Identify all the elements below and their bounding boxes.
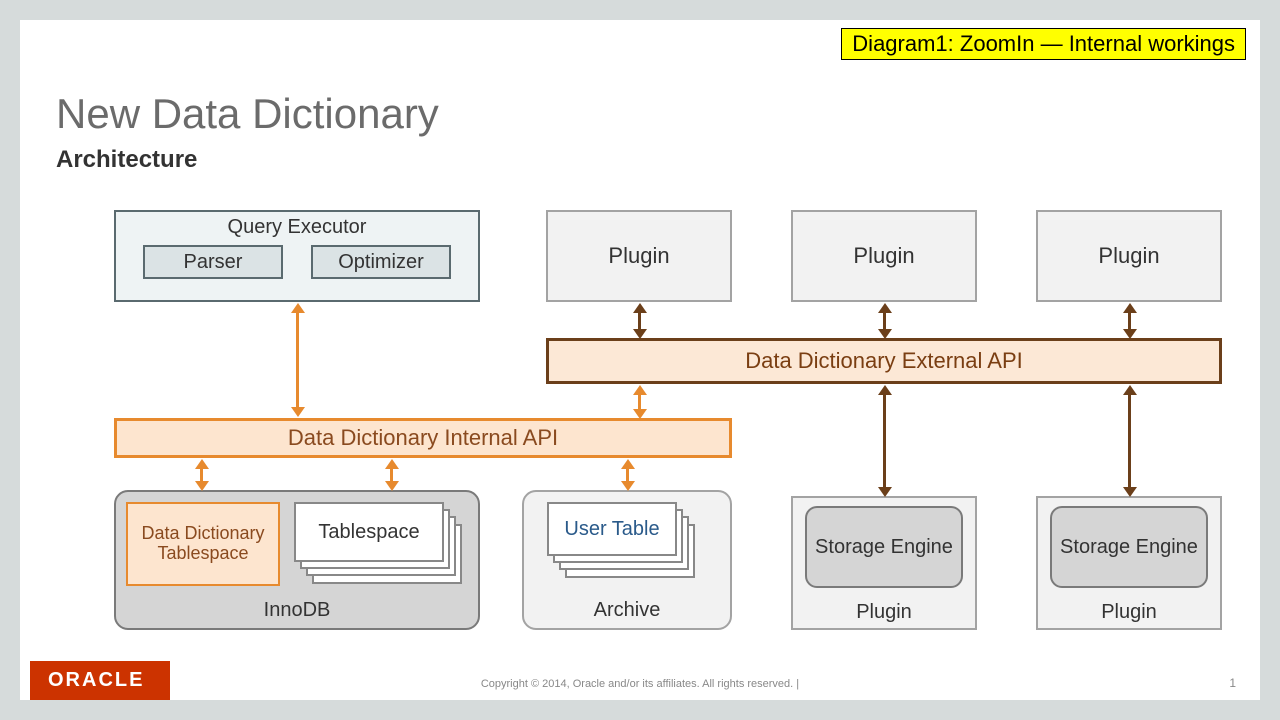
tablespace-box: Tablespace (294, 502, 444, 562)
plugin-container-2: Storage Engine Plugin (1036, 496, 1222, 630)
query-executor-box: Query Executor Parser Optimizer (114, 210, 480, 302)
storage-engine-2: Storage Engine (1050, 506, 1208, 588)
plugin-label-1: Plugin (856, 601, 912, 624)
page-number: 1 (1229, 676, 1236, 690)
arrow-qexec-intapi (296, 312, 299, 408)
arrow-intapi-tablespace (390, 468, 393, 482)
internal-api-box: Data Dictionary Internal API (114, 418, 732, 458)
arrow-extapi-intapi (638, 394, 641, 410)
innodb-container: Data Dictionary Tablespace Tablespace In… (114, 490, 480, 630)
plugin-top-2: Plugin (791, 210, 977, 302)
arrow-plugin2-extapi (883, 312, 886, 330)
slide-subtitle: Architecture (56, 146, 197, 174)
external-api-box: Data Dictionary External API (546, 338, 1222, 384)
arrow-intapi-ddts (200, 468, 203, 482)
plugin-container-1: Storage Engine Plugin (791, 496, 977, 630)
plugin-top-3: Plugin (1036, 210, 1222, 302)
diagram-badge: Diagram1: ZoomIn — Internal workings (841, 28, 1246, 60)
plugin-top-1: Plugin (546, 210, 732, 302)
query-executor-label: Query Executor (228, 216, 367, 239)
parser-box: Parser (143, 245, 283, 279)
copyright-text: Copyright © 2014, Oracle and/or its affi… (20, 678, 1260, 690)
arrow-extapi-se1 (883, 394, 886, 488)
user-table-stack: User Table (547, 502, 707, 586)
slide-title: New Data Dictionary (56, 90, 439, 138)
optimizer-box: Optimizer (311, 245, 451, 279)
user-table-box: User Table (547, 502, 677, 556)
dd-tablespace-box: Data Dictionary Tablespace (126, 502, 280, 586)
arrow-extapi-se2 (1128, 394, 1131, 488)
archive-label: Archive (594, 599, 661, 622)
innodb-label: InnoDB (264, 599, 331, 622)
arrow-intapi-archive (626, 468, 629, 482)
storage-engine-1: Storage Engine (805, 506, 963, 588)
arrow-plugin3-extapi (1128, 312, 1131, 330)
plugin-label-2: Plugin (1101, 601, 1157, 624)
arrow-plugin1-extapi (638, 312, 641, 330)
slide: Diagram1: ZoomIn — Internal workings New… (20, 20, 1260, 700)
tablespace-stack: Tablespace (294, 502, 464, 586)
archive-container: User Table Archive (522, 490, 732, 630)
